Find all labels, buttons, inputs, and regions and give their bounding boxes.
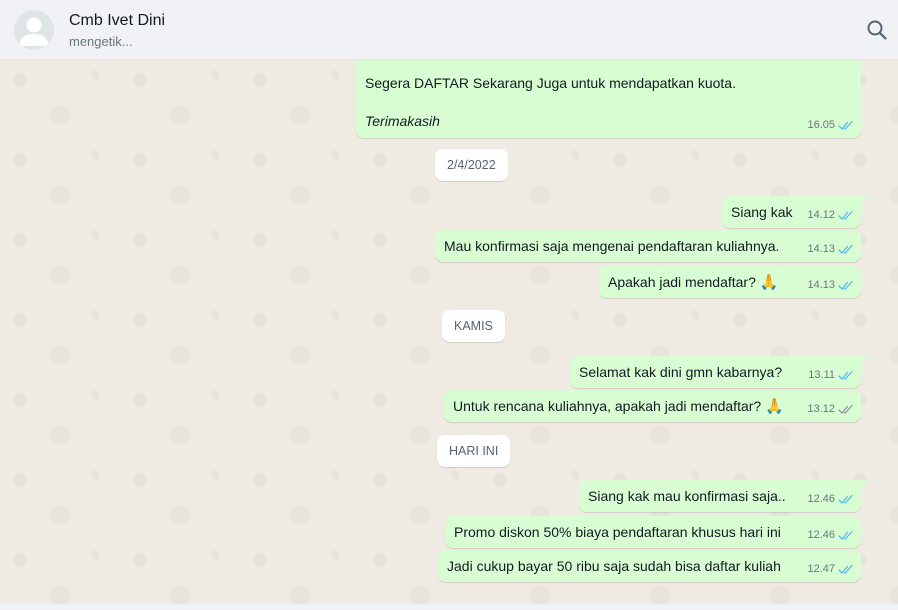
default-avatar-icon <box>14 10 54 50</box>
message-time: 14.12 <box>807 209 835 221</box>
double-check-read-icon <box>838 120 853 130</box>
message-time: 14.13 <box>807 243 835 255</box>
double-check-read-icon <box>838 244 853 254</box>
message-text-italic: Terimakasih <box>365 113 440 129</box>
folded-hands-emoji: 🙏 <box>759 273 779 291</box>
outgoing-message[interactable]: Siang kak mau konfirmasi saja.. 12.46 <box>579 480 868 512</box>
outgoing-message[interactable]: Siang kak 14.12 <box>722 196 868 228</box>
message-text: Selamat kak dini gmn kabarnya? <box>579 364 783 380</box>
double-check-read-icon <box>838 210 853 220</box>
date-separator: 2/4/2022 <box>435 149 508 181</box>
message-text: Promo diskon 50% biaya pendaftaran khusu… <box>454 524 781 540</box>
message-meta: 14.13 <box>807 240 854 259</box>
message-meta: 14.12 <box>807 206 854 225</box>
message-time: 13.11 <box>808 369 835 381</box>
double-check-read-icon <box>838 530 853 540</box>
message-meta: 16.05 <box>807 116 854 135</box>
outgoing-message[interactable]: Promo diskon 50% biaya pendaftaran khusu… <box>445 516 861 548</box>
outgoing-message[interactable]: Segera DAFTAR Sekarang Juga untuk mendap… <box>356 60 861 138</box>
message-meta: 12.46 <box>807 526 854 545</box>
contact-avatar[interactable] <box>14 10 54 50</box>
contact-name[interactable]: Cmb Ivet Dini <box>69 12 165 30</box>
footer-strip <box>0 604 898 610</box>
message-text: Jadi cukup bayar 50 ribu saja sudah bisa… <box>447 558 781 574</box>
message-list[interactable]: Segera DAFTAR Sekarang Juga untuk mendap… <box>0 60 898 604</box>
message-text: Siang kak <box>731 204 793 220</box>
message-text-wrap: Apakah jadi mendaftar? 🙏 <box>608 273 778 292</box>
message-text: Segera DAFTAR Sekarang Juga untuk mendap… <box>365 75 736 91</box>
double-check-read-icon <box>838 494 853 504</box>
outgoing-message[interactable]: Selamat kak dini gmn kabarnya? 13.11 <box>570 356 868 388</box>
double-check-delivered-icon <box>838 404 853 414</box>
message-text-wrap: Untuk rencana kuliahnya, apakah jadi men… <box>453 397 784 416</box>
message-time: 12.47 <box>807 563 835 575</box>
double-check-read-icon <box>838 564 853 574</box>
double-check-read-icon <box>838 370 853 380</box>
message-text: Mau konfirmasi saja mengenai pendaftaran… <box>444 238 780 254</box>
message-time: 16.05 <box>807 119 835 131</box>
message-time: 12.46 <box>807 529 835 541</box>
message-time: 13.12 <box>807 403 835 415</box>
message-text: Untuk rencana kuliahnya, apakah jadi men… <box>453 398 762 414</box>
folded-hands-emoji: 🙏 <box>765 397 784 415</box>
message-text: Siang kak mau konfirmasi saja.. <box>588 488 786 504</box>
search-button[interactable] <box>866 19 888 41</box>
message-meta: 14.13 <box>807 276 854 295</box>
outgoing-message[interactable]: Untuk rencana kuliahnya, apakah jadi men… <box>444 390 861 422</box>
message-meta: 12.47 <box>807 560 854 579</box>
message-time: 14.13 <box>807 279 835 291</box>
outgoing-message[interactable]: Apakah jadi mendaftar? 🙏 14.13 <box>599 266 861 298</box>
message-text: Apakah jadi mendaftar? <box>608 274 756 290</box>
search-icon <box>867 20 887 40</box>
outgoing-message[interactable]: Mau konfirmasi saja mengenai pendaftaran… <box>435 230 861 262</box>
message-time: 12.46 <box>807 493 835 505</box>
typing-status: mengetik... <box>69 34 133 49</box>
message-meta: 12.46 <box>807 490 854 509</box>
message-meta: 13.11 <box>808 366 854 385</box>
outgoing-message[interactable]: Jadi cukup bayar 50 ribu saja sudah bisa… <box>438 550 861 582</box>
date-separator: KAMIS <box>442 310 505 342</box>
double-check-read-icon <box>838 280 853 290</box>
date-separator: HARI INI <box>437 435 511 467</box>
chat-header: Cmb Ivet Dini mengetik... <box>0 0 898 60</box>
message-meta: 13.12 <box>807 400 854 419</box>
